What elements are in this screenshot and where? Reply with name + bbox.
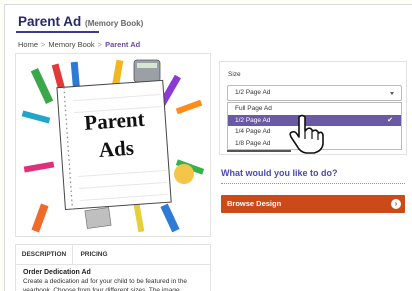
product-tabs: DESCRIPTION PRICING Order Dedication Ad … (15, 244, 211, 291)
breadcrumb-separator: > (97, 40, 103, 49)
breadcrumb-home[interactable]: Home (18, 40, 38, 49)
notebook-icon: Parent Ads (56, 79, 172, 211)
breadcrumb-separator: > (41, 40, 46, 49)
chevron-right-icon: › (391, 199, 401, 209)
tab-pricing[interactable]: PRICING (74, 245, 114, 264)
pointer-hand-icon (289, 114, 324, 154)
parent-ads-illustration: Parent Ads (21, 59, 205, 233)
image-text-line1: Parent (83, 107, 145, 135)
tab-description[interactable]: DESCRIPTION (16, 245, 73, 265)
breadcrumb-memory-book[interactable]: Memory Book (48, 40, 94, 49)
page-frame: Parent Ad (Memory Book) Home > Memory Book… (4, 4, 412, 291)
chevron-down-icon (390, 92, 394, 95)
breadcrumb-current: Parent Ad (105, 40, 141, 49)
description-heading: Order Dedication Ad (23, 269, 91, 276)
dotted-divider (221, 183, 405, 184)
title-underline (16, 31, 99, 33)
breadcrumb: Home > Memory Book > Parent Ad (18, 40, 140, 49)
image-text-line2: Ads (98, 136, 135, 162)
what-heading: What would you like to do? (221, 168, 338, 178)
tab-divider (16, 264, 210, 265)
product-title: Parent Ad (18, 14, 82, 29)
size-label: Size (228, 71, 241, 78)
checkmark-icon: ✔ (387, 116, 393, 124)
product-subtitle: (Memory Book) (85, 19, 144, 28)
panel-scrollbar (227, 150, 291, 152)
browse-design-label: Browse Design (227, 199, 282, 208)
product-image: Parent Ads (15, 53, 211, 237)
size-select-value: 1/2 Page Ad (235, 89, 271, 96)
description-text: Create a dedication ad for your child to… (23, 278, 188, 291)
size-select[interactable]: 1/2 Page Ad (227, 85, 402, 101)
page-title: Parent Ad (Memory Book) (18, 14, 143, 29)
browse-design-button[interactable]: Browse Design › (221, 195, 405, 213)
size-option-label: 1/2 Page Ad (235, 116, 271, 124)
